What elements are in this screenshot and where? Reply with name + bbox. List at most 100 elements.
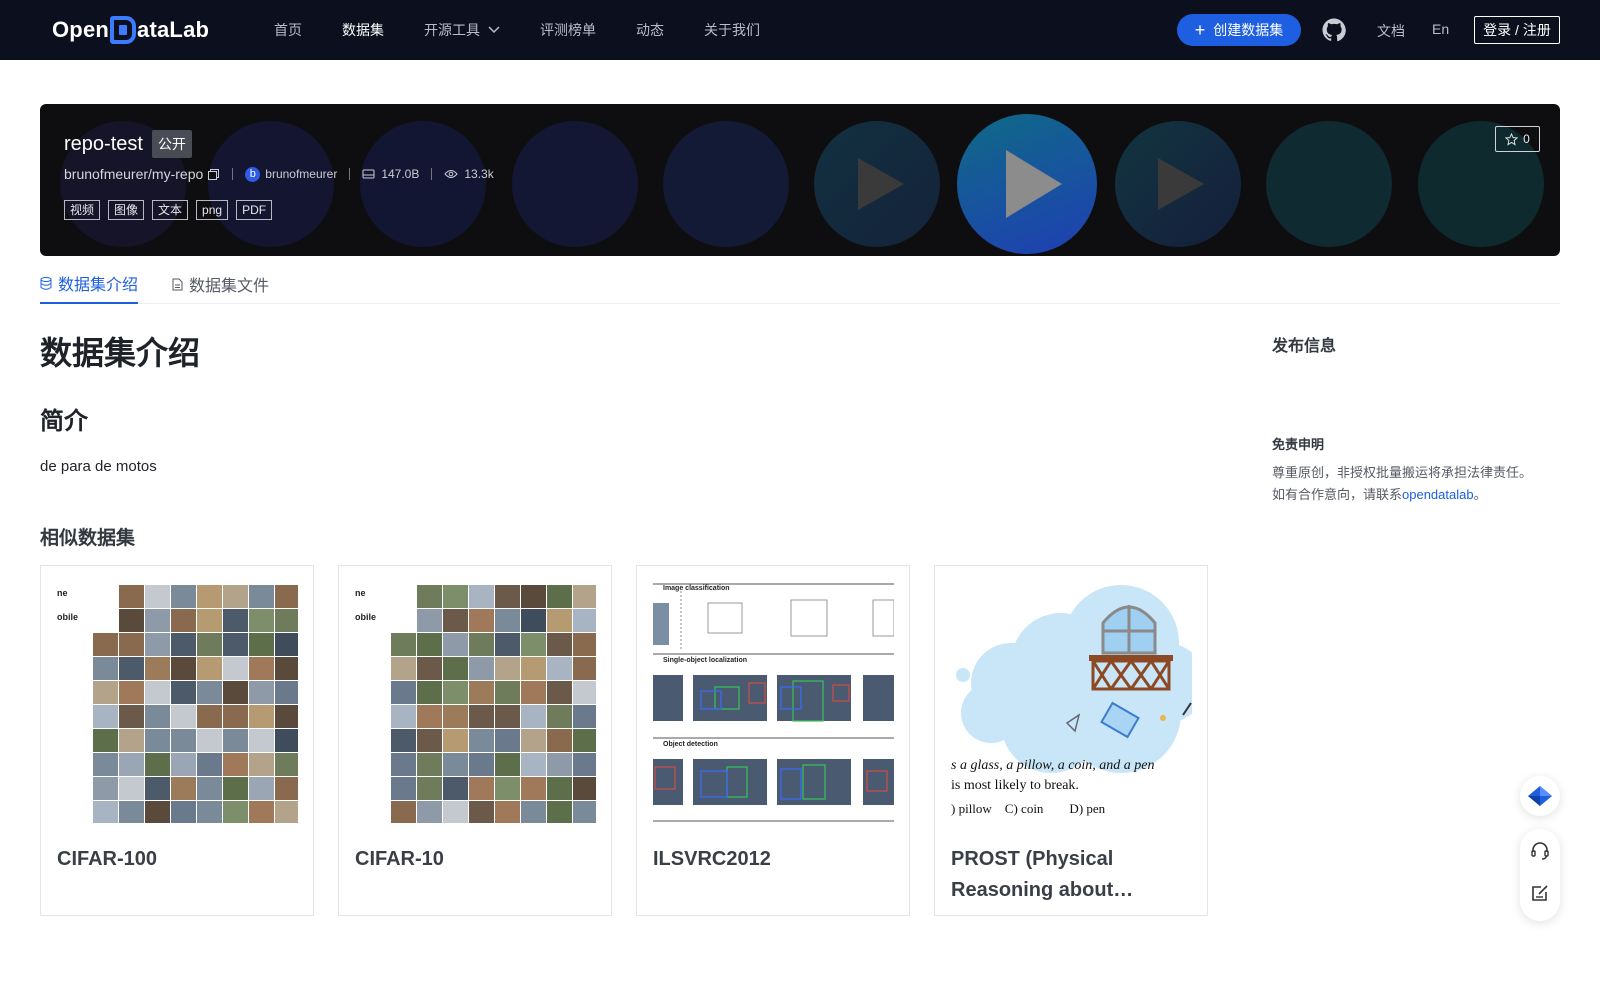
tag-video[interactable]: 视频 — [64, 200, 101, 220]
thumbnail-tile — [521, 609, 546, 632]
language-switch[interactable]: En — [1432, 21, 1449, 37]
dataset-card-ilsvrc2012[interactable]: Image classification Single-object local… — [636, 565, 910, 916]
opendatalab-logo[interactable]: Open ataLab — [52, 15, 209, 45]
dataset-card-cifar100[interactable]: ne obile CIFAR-100 — [40, 565, 314, 916]
thumbnail-tile — [275, 657, 298, 680]
copy-icon[interactable] — [207, 168, 220, 181]
thumbnail-tile — [171, 753, 196, 776]
dataset-tabs: 数据集介绍 数据集文件 — [40, 264, 1560, 304]
dataset-thumbnail: Image classification Single-object local… — [653, 583, 894, 823]
create-dataset-button[interactable]: + 创建数据集 — [1177, 14, 1301, 46]
star-button[interactable]: 0 — [1495, 126, 1540, 152]
thumbnail-tile — [547, 777, 572, 800]
thumbnail-tile — [119, 633, 144, 656]
repo-title: repo-test 公开 — [64, 130, 192, 158]
publish-info-title: 发布信息 — [1272, 338, 1337, 355]
thumbnail-tile — [197, 753, 222, 776]
tab-dataset-files[interactable]: 数据集文件 — [172, 264, 269, 304]
thumbnail-tile — [417, 681, 442, 704]
diamond-app-icon — [1528, 786, 1552, 806]
login-register-button[interactable]: 登录 / 注册 — [1474, 16, 1560, 44]
thumbnail-tile — [171, 777, 196, 800]
thumbnail-tile — [417, 657, 442, 680]
thumbnail-tile — [469, 609, 494, 632]
thumbnail-tile — [391, 801, 416, 823]
figure-caption-line: ) pillow C) coin D) pen — [951, 801, 1106, 816]
dataset-thumbnail: ne obile — [57, 583, 298, 823]
thumbnail-tile — [223, 609, 248, 632]
repo-size: 147.0B — [381, 167, 420, 181]
thumbnail-tile — [547, 753, 572, 776]
tag-text[interactable]: 文本 — [152, 200, 189, 220]
thumbnail-tile — [573, 705, 596, 728]
thumbnail-tile — [521, 753, 546, 776]
thumbnail-tile — [469, 801, 494, 823]
nav-item-opensource-tools[interactable]: 开源工具 — [424, 20, 500, 40]
opendatalab-contact-link[interactable]: opendatalab — [1402, 487, 1474, 502]
plus-icon: + — [1194, 20, 1206, 40]
dataset-thumbnail: s a glass, a pillow, a coin, and a pen i… — [951, 583, 1192, 823]
thumbnail-tile — [495, 801, 520, 823]
thumbnail-tile — [197, 729, 222, 752]
dataset-card-cifar10[interactable]: ne obile CIFAR-10 — [338, 565, 612, 916]
floating-widget[interactable] — [1520, 776, 1560, 816]
dataset-card-title: ILSVRC2012 — [653, 848, 771, 870]
nav-item-leaderboard[interactable]: 评测榜单 — [540, 20, 596, 40]
play-icon-highlight[interactable] — [1006, 150, 1062, 218]
thumbnail-tile — [119, 585, 144, 608]
thumbnail-tile — [145, 657, 170, 680]
meta-separator — [349, 168, 351, 180]
thumbnail-tile — [223, 729, 248, 752]
github-icon[interactable] — [1322, 18, 1346, 42]
nav-item-datasets[interactable]: 数据集 — [342, 20, 384, 40]
feedback-edit-icon[interactable] — [1530, 883, 1550, 903]
dataset-card-title: CIFAR-10 — [355, 848, 444, 870]
thumbnail-tile — [197, 609, 222, 632]
thumbnail-tile — [171, 729, 196, 752]
nav-item-home[interactable]: 首页 — [274, 20, 302, 40]
repo-owner[interactable]: brunofmeurer — [265, 167, 337, 181]
dataset-card-prost[interactable]: s a glass, a pillow, a coin, and a pen i… — [934, 565, 1208, 916]
figure-caption-line: s a glass, a pillow, a coin, and a pen — [951, 758, 1155, 773]
thumbnail-tile — [521, 777, 546, 800]
thumbnail-tile — [469, 705, 494, 728]
avatar: b — [245, 166, 261, 182]
thumbnail-tile — [93, 753, 118, 776]
thumbnail-tile — [443, 585, 468, 608]
thumbnail-tile — [93, 777, 118, 800]
image-grid-thumbnail — [391, 585, 596, 823]
thumbnail-tile — [249, 753, 274, 776]
thumbnail-tile — [197, 585, 222, 608]
thumbnail-tile — [547, 801, 572, 823]
thumbnail-tile — [119, 705, 144, 728]
thumbnail-tile — [93, 633, 118, 656]
repo-banner: repo-test 公开 brunofmeurer/my-repo b brun… — [40, 104, 1560, 256]
nav-item-opensource-tools-label: 开源工具 — [424, 22, 480, 38]
tag-png[interactable]: png — [196, 200, 229, 220]
nav-item-about[interactable]: 关于我们 — [704, 20, 760, 40]
thumbnail-tile — [417, 705, 442, 728]
headset-support-icon[interactable] — [1530, 841, 1550, 861]
thumbnail-tile — [521, 633, 546, 656]
thumbnail-tile — [223, 705, 248, 728]
thumbnail-tile — [495, 585, 520, 608]
nav-item-news[interactable]: 动态 — [636, 20, 664, 40]
thumbnail-tile — [469, 753, 494, 776]
thumbnail-tile — [145, 681, 170, 704]
repo-meta: brunofmeurer/my-repo b brunofmeurer 147.… — [64, 166, 494, 182]
tag-pdf[interactable]: PDF — [236, 200, 273, 220]
thumbnail-tile — [249, 777, 274, 800]
main-nav: 首页 数据集 开源工具 评测榜单 动态 关于我们 — [274, 0, 800, 60]
thumbnail-tile — [521, 585, 546, 608]
decor-circle — [208, 121, 334, 247]
tag-image[interactable]: 图像 — [108, 200, 145, 220]
tab-dataset-intro[interactable]: 数据集介绍 — [40, 264, 139, 304]
thumbnail-tile — [249, 633, 274, 656]
figure-section-label: Image classification — [663, 585, 730, 592]
thumbnail-tile — [223, 777, 248, 800]
docs-link[interactable]: 文档 — [1377, 21, 1405, 41]
thumbnail-tile — [145, 753, 170, 776]
thumbnail-cropped-text: obile — [57, 612, 79, 622]
thumbnail-tile — [391, 657, 416, 680]
thumbnail-tile — [573, 777, 596, 800]
